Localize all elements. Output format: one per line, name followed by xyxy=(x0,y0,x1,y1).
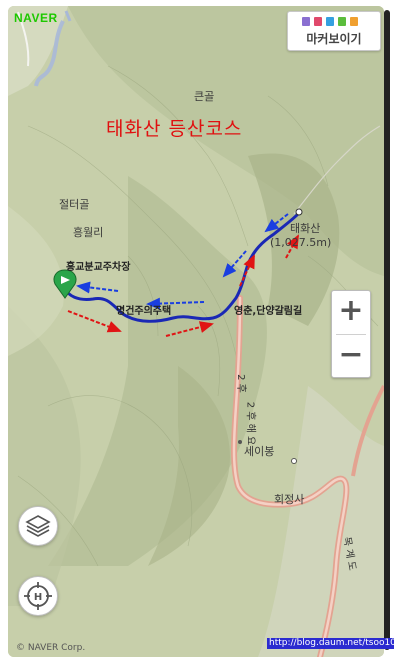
label-road-b: 2 후 해 요 xyxy=(244,401,256,446)
naver-logo: NAVER xyxy=(14,11,58,25)
layers-icon xyxy=(25,515,51,537)
label-keungol: 큰골 xyxy=(194,90,215,103)
label-heungwolri: 흥월리 xyxy=(73,226,104,239)
screen-edge xyxy=(384,10,390,650)
label-jeolteogol: 절터골 xyxy=(59,198,90,211)
summit-marker xyxy=(295,208,303,216)
zoom-control: + − xyxy=(331,290,371,378)
map-title: 태화산 등산코스 xyxy=(106,118,243,140)
label-hwajeongsa: 회정사 xyxy=(274,493,305,506)
location-target-icon: H xyxy=(24,582,52,610)
show-markers-button[interactable]: 마커보이기 xyxy=(287,11,381,51)
label-house: 명건주의주택 xyxy=(116,306,172,317)
blog-watermark: http://blog.daum.net/tsoo10 xyxy=(267,638,396,649)
copyright-text: © NAVER Corp. xyxy=(16,643,86,653)
marker-flags-icon xyxy=(302,17,358,27)
label-parking: 흥교분교주차장 xyxy=(66,262,131,273)
current-location-button[interactable]: H xyxy=(18,576,58,616)
svg-text:H: H xyxy=(34,592,42,603)
show-markers-label: 마커보이기 xyxy=(306,32,362,46)
zoom-out-button[interactable]: − xyxy=(332,335,370,377)
label-junction: 영춘,단양갈림길 xyxy=(234,306,303,317)
label-summit-elev: (1,027.5m) xyxy=(270,236,332,249)
seiibong-marker xyxy=(238,440,242,444)
label-seiibong: 세이봉 xyxy=(244,445,275,458)
layers-button[interactable] xyxy=(18,506,58,546)
map-screen[interactable]: NAVER 마커보이기 큰골 태화산 등산코스 절터골 흥월리 흥교분교주차장 … xyxy=(8,6,384,657)
zoom-in-button[interactable]: + xyxy=(332,291,370,333)
label-summit: 태화산 xyxy=(290,222,321,235)
label-road-a: 2 후 xyxy=(234,374,246,393)
hwajeongsa-marker xyxy=(291,458,297,464)
